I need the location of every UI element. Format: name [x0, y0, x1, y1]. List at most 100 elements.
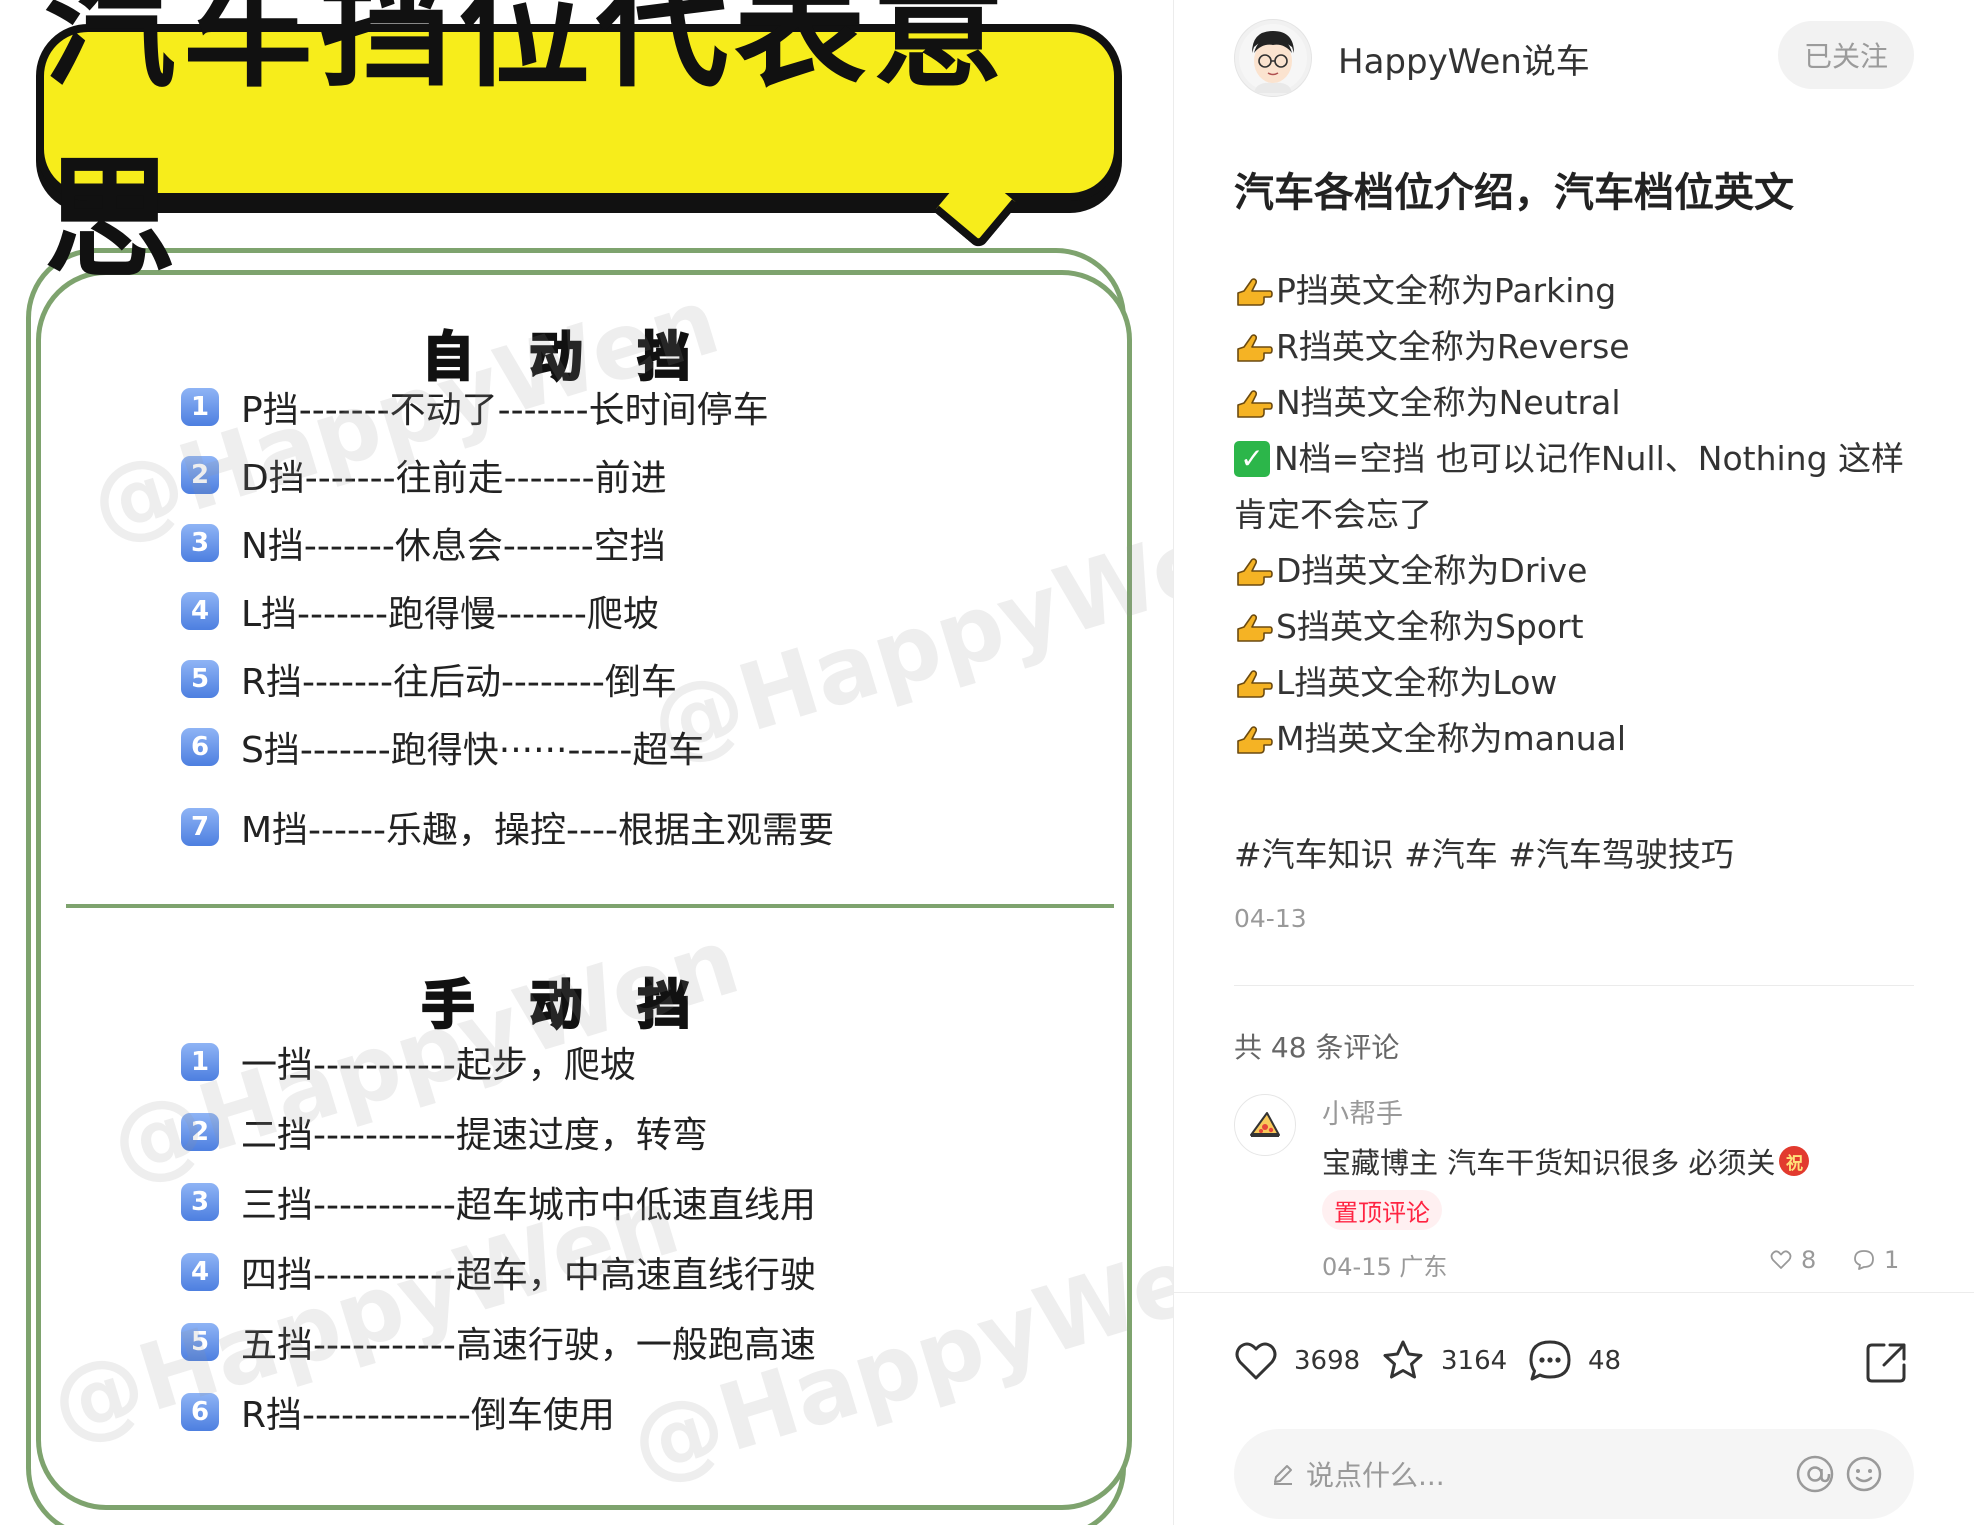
gear-text: 五挡-----------高速行驶，一般跑高速 [241, 1325, 816, 1366]
comment-count: 共 48 条评论 [1234, 1031, 1400, 1064]
gear-row: 2 二挡-----------提速过度，转弯 [181, 1097, 981, 1167]
number-badge: 5 [181, 1323, 219, 1361]
author-name[interactable]: HappyWen说车 [1338, 34, 1590, 83]
gear-text: R挡-------------倒车使用 [241, 1395, 615, 1436]
pointing-right-icon [1237, 334, 1273, 362]
comment-input[interactable]: 说点什么... [1234, 1429, 1914, 1519]
engagement-bar: 3698 3164 48 说点什么... [1174, 1292, 1974, 1525]
number-badge: 3 [181, 524, 219, 562]
gear-row: 2 D挡-------往前走-------前进 [181, 441, 981, 509]
gear-row: 7 M挡------乐趣，操控----根据主观需要 [181, 793, 981, 861]
blessing-emoji-icon: 祝 [1779, 1146, 1810, 1176]
collect-count: 3164 [1441, 1346, 1508, 1376]
comment-reply-button[interactable]: 1 [1852, 1246, 1899, 1274]
comment-like-button[interactable]: 8 [1769, 1246, 1816, 1274]
divider [1234, 985, 1914, 986]
body-text: 肯定不会忘了 [1234, 495, 1432, 534]
hashtags[interactable]: #汽车知识 #汽车 #汽车驾驶技巧 [1234, 828, 1734, 876]
body-text: N挡英文全称为Neutral [1276, 383, 1621, 422]
gear-text: 三挡-----------超车城市中低速直线用 [241, 1185, 816, 1226]
gear-card: 自动挡 1 P挡-------不动了-------长时间停车 2 D挡-------… [36, 270, 1132, 1510]
author-bar: HappyWen说车 已关注 [1234, 18, 1914, 98]
like-button[interactable]: 3698 [1232, 1337, 1360, 1385]
body-line: P挡英文全称为Parking [1234, 263, 1934, 319]
body-text: R挡英文全称为Reverse [1276, 327, 1630, 366]
post-body: P挡英文全称为Parking R挡英文全称为Reverse N挡英文全称为Neu… [1234, 263, 1934, 767]
share-button[interactable] [1862, 1339, 1910, 1391]
gear-text: L挡-------跑得慢-------爬坡 [241, 594, 659, 635]
number-badge: 2 [181, 1113, 219, 1151]
body-line: S挡英文全称为Sport [1234, 599, 1934, 655]
body-line: N挡英文全称为Neutral [1234, 375, 1934, 431]
gear-row: 5 R挡-------往后动--------倒车 [181, 645, 981, 713]
pointing-right-icon [1237, 278, 1273, 306]
gear-row: 1 P挡-------不动了-------长时间停车 [181, 373, 981, 441]
gear-row: 3 N挡-------休息会-------空挡 [181, 509, 981, 577]
gear-row: 6 R挡-------------倒车使用 [181, 1377, 981, 1447]
image-title: 汽车挡位代表意思 [44, 0, 1010, 297]
heart-icon [1770, 1250, 1792, 1269]
body-text: S挡英文全称为Sport [1276, 607, 1584, 646]
at-sign-icon[interactable] [1794, 1453, 1836, 1495]
manual-list: 1 一挡-----------起步，爬坡 2 二挡-----------提速过度，转… [181, 1027, 981, 1447]
number-badge: 5 [181, 660, 219, 698]
pinned-comment-badge: 置顶评论 [1322, 1190, 1442, 1230]
gear-text: 一挡-----------起步，爬坡 [241, 1045, 636, 1086]
number-badge: 2 [181, 456, 219, 494]
gear-text: 四挡-----------超车，中高速直线行驶 [241, 1255, 816, 1296]
section-divider [66, 904, 1114, 908]
automatic-list: 1 P挡-------不动了-------长时间停车 2 D挡-------往前走-… [181, 373, 981, 861]
pencil-icon [1274, 1465, 1292, 1485]
title-banner: 汽车挡位代表意思 [36, 0, 1122, 297]
body-line: ✓ N档=空挡 也可以记作Null、Nothing 这样 [1234, 431, 1934, 487]
body-text: N档=空挡 也可以记作Null、Nothing 这样 [1274, 439, 1905, 478]
pizza-avatar-icon [1250, 1112, 1280, 1137]
number-badge: 1 [181, 1043, 219, 1081]
comment-item: 小帮手 宝藏博主 汽车干货知识很多 必须关 祝 置顶评论 04-15 广东 8 … [1234, 1092, 1914, 1292]
gear-text: S挡-------跑得快······-----超车 [241, 730, 705, 771]
comment-input-placeholder: 说点什么... [1306, 1459, 1445, 1492]
commenter-avatar[interactable] [1234, 1094, 1296, 1156]
share-icon [1866, 1343, 1906, 1383]
body-line: M挡英文全称为manual [1234, 711, 1934, 767]
follow-button[interactable]: 已关注 [1778, 21, 1914, 89]
pointing-right-icon [1237, 670, 1273, 698]
body-line: D挡英文全称为Drive [1234, 543, 1934, 599]
gear-text: R挡-------往后动--------倒车 [241, 662, 677, 703]
number-badge: 1 [181, 388, 219, 426]
body-line: R挡英文全称为Reverse [1234, 319, 1934, 375]
avatar[interactable] [1234, 19, 1312, 97]
comment-like-count: 8 [1801, 1246, 1817, 1274]
comment-reply-count: 1 [1884, 1246, 1900, 1274]
comment-total: 48 [1588, 1346, 1622, 1376]
post-image[interactable]: 汽车挡位代表意思 自动挡 1 P挡-------不动了-------长时间停车 2… [0, 0, 1173, 1525]
gear-row: 5 五挡-----------高速行驶，一般跑高速 [181, 1307, 981, 1377]
number-badge: 6 [181, 728, 219, 766]
commenter-name[interactable]: 小帮手 [1322, 1092, 1403, 1131]
avatar-illustration-icon [1239, 24, 1307, 93]
pointing-right-icon [1237, 390, 1273, 418]
heart-icon [1235, 1342, 1277, 1380]
check-mark-icon: ✓ [1234, 441, 1270, 477]
comment-text: 宝藏博主 汽车干货知识很多 必须关 祝 [1322, 1140, 1810, 1182]
smiley-icon[interactable] [1844, 1454, 1884, 1494]
body-text: M挡英文全称为manual [1276, 719, 1627, 758]
comment-meta: 04-15 广东 [1322, 1253, 1448, 1281]
comment-button[interactable]: 48 [1526, 1337, 1621, 1385]
body-line: L挡英文全称为Low [1234, 655, 1934, 711]
gear-row: 1 一挡-----------起步，爬坡 [181, 1027, 981, 1097]
gear-row: 4 四挡-----------超车，中高速直线行驶 [181, 1237, 981, 1307]
pointing-right-icon [1237, 558, 1273, 586]
gear-text: D挡-------往前走-------前进 [241, 458, 667, 499]
collect-button[interactable]: 3164 [1379, 1337, 1507, 1385]
gear-text: N挡-------休息会-------空挡 [241, 526, 666, 567]
post-title: 汽车各档位介绍，汽车档位英文 [1234, 170, 1794, 216]
gear-row: 6 S挡-------跑得快······-----超车 [181, 713, 981, 781]
number-badge: 4 [181, 592, 219, 630]
body-text: P挡英文全称为Parking [1276, 271, 1617, 310]
gear-text: 二挡-----------提速过度，转弯 [241, 1115, 708, 1156]
star-icon [1383, 1340, 1423, 1379]
body-line: 肯定不会忘了 [1234, 487, 1934, 543]
chat-bubble-icon [1529, 1340, 1571, 1381]
pointing-right-icon [1237, 726, 1273, 754]
